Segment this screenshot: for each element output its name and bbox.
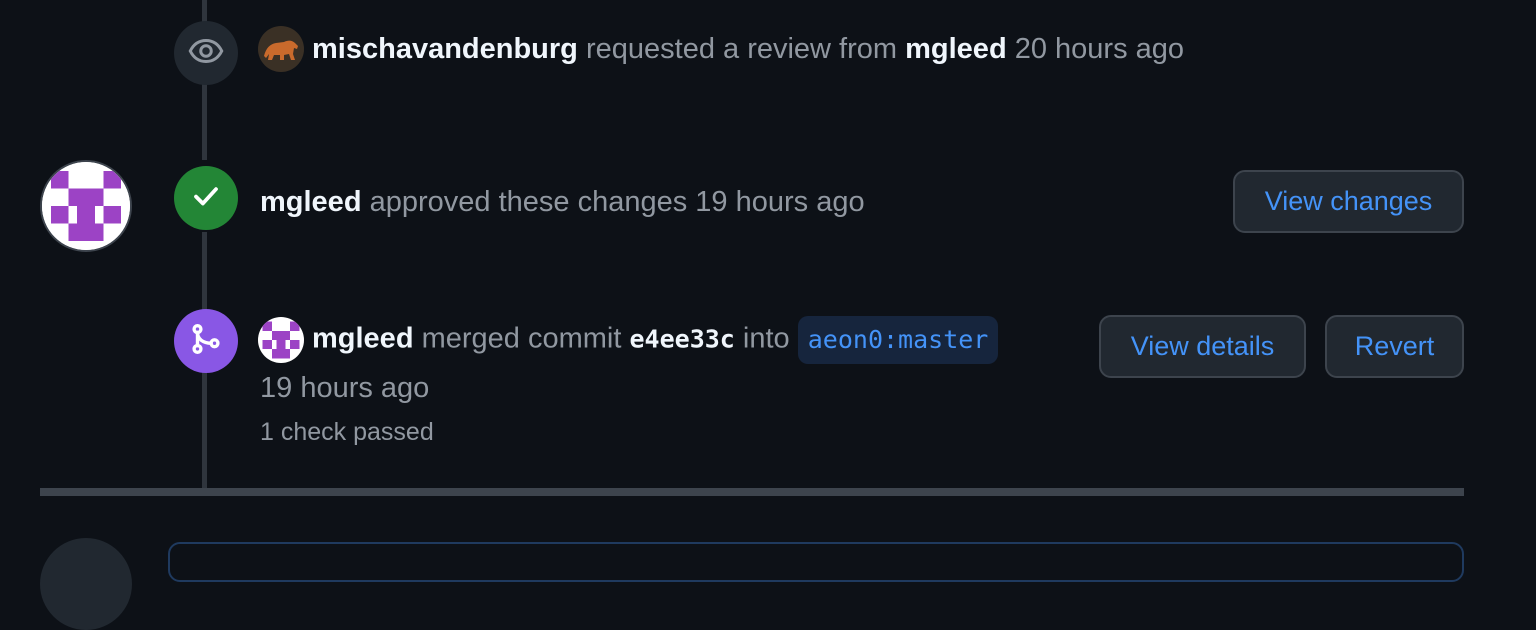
- approval-event: mgleed approved these changes 19 hours a…: [260, 184, 865, 220]
- approval-badge: [174, 166, 238, 230]
- avatar-mgleed[interactable]: [258, 317, 304, 363]
- eye-icon: [188, 33, 224, 74]
- review-request-badge: [174, 21, 238, 85]
- revert-button[interactable]: Revert: [1325, 315, 1464, 378]
- avatar-mgleed-large[interactable]: [40, 160, 132, 252]
- event-action-text: requested a review from: [585, 33, 898, 65]
- actor-link[interactable]: mischavandenburg: [312, 33, 578, 65]
- branch-label[interactable]: aeon0:master: [797, 316, 999, 364]
- view-changes-button[interactable]: View changes: [1233, 170, 1464, 233]
- event-timestamp[interactable]: 19 hours ago: [260, 370, 429, 406]
- timeline-divider: [40, 488, 1464, 496]
- event-timestamp[interactable]: 20 hours ago: [1015, 33, 1184, 65]
- commit-sha-link[interactable]: e4ee33c: [629, 325, 734, 354]
- merge-badge: [174, 309, 238, 373]
- view-details-button[interactable]: View details: [1099, 315, 1306, 378]
- actor-link[interactable]: mgleed: [312, 323, 414, 355]
- timeline-line: [202, 372, 207, 488]
- event-action-text: merged commit: [421, 322, 622, 355]
- actor-link[interactable]: mgleed: [260, 186, 362, 218]
- into-text: into: [742, 322, 790, 355]
- reviewer-link[interactable]: mgleed: [905, 33, 1007, 65]
- git-merge-icon: [189, 322, 223, 361]
- avatar-mischavandenburg[interactable]: [258, 26, 304, 72]
- checks-status[interactable]: 1 check passed: [260, 418, 434, 447]
- comment-box[interactable]: [168, 542, 1464, 582]
- event-action-text: approved these changes: [369, 186, 688, 218]
- event-timestamp[interactable]: 19 hours ago: [695, 186, 864, 218]
- current-user-avatar[interactable]: [40, 538, 132, 630]
- check-icon: [191, 181, 221, 216]
- timeline-line: [202, 232, 207, 310]
- merge-event: mgleed merged commit e4ee33c into aeon0:…: [258, 316, 999, 364]
- review-request-event: mischavandenburg requested a review from…: [258, 26, 1184, 72]
